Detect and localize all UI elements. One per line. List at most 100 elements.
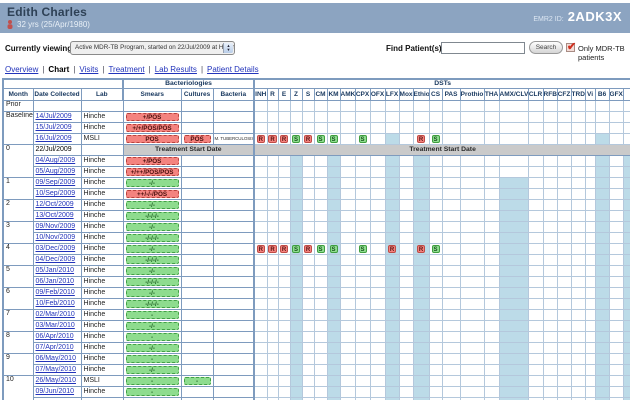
dst-cell <box>483 286 500 299</box>
dst-cell <box>441 363 461 376</box>
date-link[interactable]: 12/Oct/2009 <box>36 201 74 208</box>
date-link[interactable]: 04/Dec/2009 <box>36 256 76 263</box>
dst-cell <box>384 264 400 277</box>
date-link[interactable]: 16/Jul/2009 <box>36 135 72 142</box>
dst-cell <box>556 198 572 211</box>
dst-cell <box>483 319 500 332</box>
dst-cell: S <box>354 132 371 145</box>
table-row: 07/Apr/2010 Hinche -/- <box>3 341 630 354</box>
dst-cell <box>622 176 630 189</box>
smear-cell: -/- <box>122 176 182 189</box>
tab-treatment[interactable]: Treatment <box>108 65 144 74</box>
dst-cell <box>570 341 586 354</box>
column-header: Month <box>2 87 34 101</box>
only-mdr-checkbox[interactable]: ✔ <box>566 41 576 53</box>
dst-cell <box>498 110 529 123</box>
find-patient-input[interactable] <box>441 42 525 54</box>
dst-cell: S <box>428 132 443 145</box>
date-link[interactable]: 09/Feb/2010 <box>36 289 75 296</box>
date-link[interactable]: 10/Sep/2009 <box>36 190 76 197</box>
dst-cell <box>326 110 341 123</box>
dst-cell <box>556 165 572 178</box>
date-link[interactable]: 15/Jul/2009 <box>36 124 72 131</box>
dst-cell <box>339 253 356 266</box>
dst-cell <box>428 99 443 112</box>
date-link[interactable]: 04/Aug/2009 <box>36 157 76 164</box>
date-link[interactable]: 26/May/2010 <box>36 377 76 384</box>
date-link[interactable]: 05/Jan/2010 <box>36 267 75 274</box>
date-collected-cell: 05/Jan/2010 <box>32 264 82 277</box>
tab-visits[interactable]: Visits <box>79 65 98 74</box>
date-link[interactable]: 09/Jun/2010 <box>36 388 75 395</box>
dst-cell <box>498 165 529 178</box>
date-link[interactable]: 09/Nov/2009 <box>36 223 76 230</box>
dst-cell <box>266 220 279 233</box>
date-link[interactable]: 06/May/2010 <box>36 355 76 362</box>
date-link[interactable]: 03/Dec/2009 <box>36 245 76 252</box>
dst-cell <box>483 110 500 123</box>
date-collected-cell: 16/Jul/2009 <box>32 132 82 145</box>
dst-cell <box>622 231 630 244</box>
culture-cell <box>180 209 214 222</box>
dst-cell <box>428 231 443 244</box>
date-link[interactable]: 06/Apr/2010 <box>36 333 74 340</box>
dst-cell <box>608 308 624 321</box>
dst-result-badge: S <box>316 244 325 253</box>
dst-cell <box>527 154 544 167</box>
only-mdr-label: Only MDR-TB patients <box>578 44 625 62</box>
dst-cell <box>354 297 371 310</box>
emr-chart-screen: Edith Charles 32 yrs (25/Apr/1980) EMR2 … <box>0 0 630 400</box>
culture-cell <box>180 176 214 189</box>
bacteria-cell <box>212 121 255 134</box>
dst-cell <box>542 231 558 244</box>
search-button[interactable]: Search <box>529 41 563 54</box>
dst-cell <box>412 165 430 178</box>
dst-cell <box>339 110 356 123</box>
dst-cell <box>608 253 624 266</box>
dst-cell <box>412 275 430 288</box>
tab-overview[interactable]: Overview <box>5 65 38 74</box>
date-link[interactable]: 06/Jan/2010 <box>36 278 75 285</box>
date-link[interactable]: 10/Feb/2010 <box>36 300 75 307</box>
dst-cell <box>253 363 268 376</box>
culture-cell <box>180 352 214 365</box>
tab-lab-results[interactable]: Lab Results <box>155 65 197 74</box>
smear-result-badge: +/POS <box>125 112 179 121</box>
dst-cell <box>594 220 610 233</box>
dst-result-badge: S <box>358 134 367 143</box>
dst-cell <box>326 165 341 178</box>
dst-cell <box>412 253 430 266</box>
smear-result-badge: -/-/-/- <box>125 255 179 264</box>
tab-chart[interactable]: Chart <box>48 65 69 74</box>
dst-cell <box>398 341 414 354</box>
dst-cell <box>459 242 485 255</box>
date-link[interactable]: 02/Mar/2010 <box>36 311 75 318</box>
tab-patient-details[interactable]: Patient Details <box>207 65 259 74</box>
dst-cell <box>339 385 356 398</box>
dst-cell <box>584 242 596 255</box>
dst-cell <box>398 330 414 343</box>
dst-cell <box>542 341 558 354</box>
column-header: INH <box>253 87 268 101</box>
date-link[interactable]: 07/May/2010 <box>36 366 76 373</box>
column-header: Vi <box>584 87 596 101</box>
dst-cell <box>556 132 572 145</box>
date-link[interactable]: 03/Mar/2010 <box>36 322 75 329</box>
select-stepper-icon[interactable]: ▲ ▼ <box>223 43 233 53</box>
dst-cell <box>608 385 624 398</box>
date-link[interactable]: 14/Jul/2009 <box>36 113 72 120</box>
dst-cell <box>369 121 386 134</box>
date-link[interactable]: 07/Apr/2010 <box>36 344 74 351</box>
program-select[interactable]: Active MDR-TB Program, started on 22/Jul… <box>70 41 235 55</box>
dst-cell <box>412 286 430 299</box>
dst-cell <box>398 220 414 233</box>
date-link[interactable]: 13/Oct/2009 <box>36 212 74 219</box>
dst-cell <box>459 275 485 288</box>
dst-cell <box>339 319 356 332</box>
date-link[interactable]: 09/Sep/2009 <box>36 179 76 186</box>
dst-cell <box>266 176 279 189</box>
date-link[interactable]: 05/Aug/2009 <box>36 168 76 175</box>
dst-cell <box>556 154 572 167</box>
date-link[interactable]: 10/Nov/2009 <box>36 234 76 241</box>
dst-cell <box>594 286 610 299</box>
